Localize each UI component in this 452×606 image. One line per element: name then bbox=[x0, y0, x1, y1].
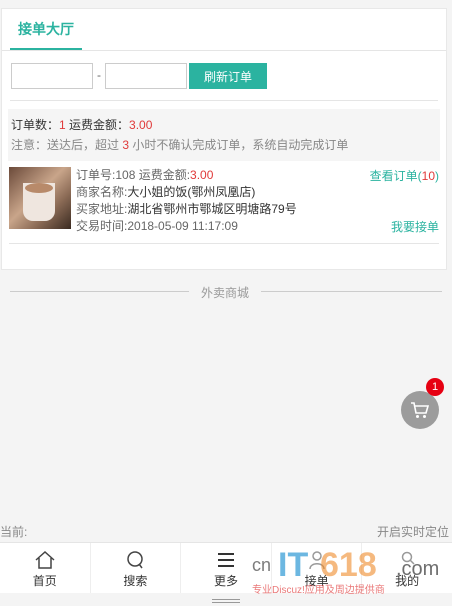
buyer-address: 湖北省鄂州市鄂城区明塘路79号 bbox=[127, 202, 297, 216]
shop-name: 大小姐的饭(鄂州凤凰店) bbox=[127, 185, 256, 199]
refresh-orders-button[interactable]: 刷新订单 bbox=[189, 63, 267, 89]
nav-mine-label: 我的 bbox=[395, 574, 420, 588]
enable-location-link[interactable]: 开启实时定位 bbox=[377, 522, 449, 542]
start-date-input[interactable] bbox=[11, 63, 93, 89]
order-summary: 订单数：1 运费金额：3.00 注意：送达后，超过 3 小时不确认完成订单，系统… bbox=[8, 109, 440, 161]
location-bar: 当前: 开启实时定位 bbox=[0, 522, 452, 542]
shop-label: 商家名称: bbox=[76, 185, 128, 199]
view-order-close: ) bbox=[435, 169, 439, 183]
date-separator: - bbox=[97, 68, 101, 82]
section-title: 外卖商城 bbox=[0, 284, 450, 301]
user-icon bbox=[308, 551, 325, 570]
current-location-label: 当前: bbox=[0, 525, 28, 539]
end-date-input[interactable] bbox=[105, 63, 187, 89]
nav-more[interactable]: 更多 bbox=[181, 543, 272, 593]
order-fee-label: 运费金额: bbox=[135, 168, 191, 182]
view-order-count: 10 bbox=[421, 169, 435, 183]
tab-order-hall[interactable]: 接单大厅 bbox=[10, 9, 82, 50]
milk-tea-photo bbox=[9, 167, 71, 229]
search-icon bbox=[127, 551, 144, 569]
drag-handle[interactable] bbox=[212, 599, 240, 603]
nav-more-label: 更多 bbox=[213, 574, 238, 588]
auto-complete-notice: 注意：送达后，超过 3 小时不确认完成订单，系统自动完成订单 bbox=[11, 135, 437, 155]
profile-icon bbox=[401, 551, 415, 565]
fee-total-label: 运费金额： bbox=[65, 118, 130, 132]
order-item: 订单号:108 运费金额:3.00 商家名称:大小姐的饭(鄂州凤凰店) 买家地址… bbox=[9, 167, 439, 244]
order-number-label: 订单号: bbox=[76, 168, 116, 182]
time-label: 交易时间: bbox=[76, 219, 128, 233]
shop-line: 商家名称:大小姐的饭(鄂州凤凰店) bbox=[76, 184, 439, 201]
nav-home-label: 首页 bbox=[32, 574, 57, 588]
cart-button[interactable] bbox=[401, 391, 439, 429]
bottom-nav: 首页 搜索 更多 接单 我的 bbox=[0, 542, 452, 593]
nav-accept[interactable]: 接单 bbox=[272, 543, 363, 593]
notice-text-start: 注意：送达后，超过 bbox=[11, 138, 123, 152]
address-line: 买家地址:湖北省鄂州市鄂城区明塘路79号 bbox=[76, 201, 439, 218]
tab-bar: 接单大厅 bbox=[2, 9, 446, 51]
order-count-label: 订单数： bbox=[11, 118, 60, 132]
cart-badge: 1 bbox=[426, 378, 444, 396]
fee-total: 3.00 bbox=[129, 118, 153, 132]
order-hall-card: 接单大厅 - 刷新订单 订单数：1 运费金额：3.00 注意：送达后，超过 3 … bbox=[1, 8, 447, 270]
divider bbox=[10, 100, 438, 101]
nav-search-label: 搜索 bbox=[123, 574, 148, 588]
accept-order-link[interactable]: 我要接单 bbox=[391, 218, 439, 235]
nav-home[interactable]: 首页 bbox=[0, 543, 91, 593]
nav-mine[interactable]: 我的 bbox=[362, 543, 452, 593]
order-number: 108 bbox=[115, 168, 136, 182]
view-order-link[interactable]: 查看订单(10) bbox=[370, 167, 439, 184]
order-count: 1 bbox=[59, 118, 66, 132]
section-title-label: 外卖商城 bbox=[188, 286, 261, 300]
nav-accept-label: 接单 bbox=[304, 574, 329, 588]
time-line: 交易时间:2018-05-09 11:17:09 bbox=[76, 218, 439, 235]
nav-search[interactable]: 搜索 bbox=[91, 543, 182, 593]
notice-text-end: 小时不确认完成订单，系统自动完成订单 bbox=[129, 138, 349, 152]
trade-time: 2018-05-09 11:17:09 bbox=[127, 219, 238, 233]
summary-totals: 订单数：1 运费金额：3.00 bbox=[11, 115, 437, 135]
order-fee: 3.00 bbox=[190, 168, 214, 182]
address-label: 买家地址: bbox=[76, 202, 128, 216]
menu-icon bbox=[217, 553, 234, 567]
cart-icon bbox=[411, 402, 430, 418]
divider bbox=[9, 243, 439, 244]
view-order-label: 查看订单( bbox=[369, 169, 422, 183]
home-icon bbox=[35, 550, 55, 569]
